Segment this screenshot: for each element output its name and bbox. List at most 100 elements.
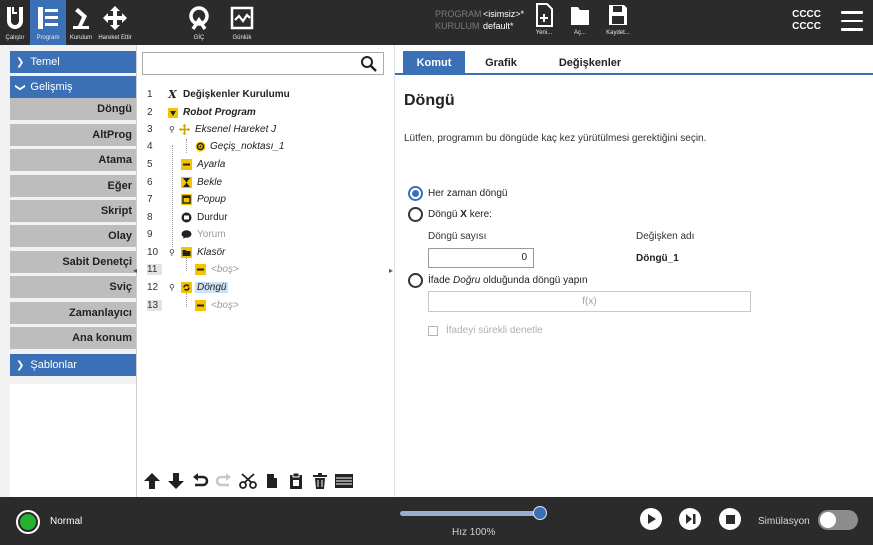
cut-icon[interactable]: [237, 470, 259, 492]
tree-row[interactable]: 8 Durdur: [137, 209, 389, 226]
empty-node-icon: [195, 300, 206, 311]
tree-row[interactable]: 11 <boş>: [137, 261, 389, 278]
speed-slider-handle[interactable]: [533, 506, 547, 520]
loop-icon: [181, 282, 192, 293]
bottom-bar: Normal Hız 100% Simülasyon: [0, 497, 873, 545]
tree-row[interactable]: 7 Popup: [137, 191, 389, 208]
tab-variables[interactable]: Değişkenler: [545, 51, 635, 75]
tree-row-label: Eksenel Hareket J: [195, 124, 277, 135]
play-icon: [648, 514, 656, 524]
nav-program-label: Program: [36, 35, 60, 41]
simulation-label: Simülasyon: [758, 516, 810, 527]
radio-loop-while-expression-label: İfade Doğru olduğunda döngü yapın: [428, 275, 588, 286]
sidebar-item-loop[interactable]: Döngü: [10, 98, 136, 122]
chevron-right-icon: ❯: [16, 56, 25, 68]
label-part: kere:: [466, 209, 492, 220]
nav-run[interactable]: Çalıştır: [0, 0, 30, 45]
continuous-check-checkbox[interactable]: [428, 326, 438, 336]
folder-icon: [181, 247, 192, 258]
sidebar-item-assignment[interactable]: Atama: [10, 149, 136, 173]
label-part: Doğru: [453, 275, 481, 286]
folder-open-triangle-icon: [167, 107, 178, 118]
section-advanced[interactable]: ❯ Gelişmiş: [10, 76, 136, 98]
step-button[interactable]: [679, 508, 701, 530]
tab-command[interactable]: Komut: [403, 51, 465, 75]
suppress-icon[interactable]: [333, 470, 355, 492]
sidebar-item-script[interactable]: Skript: [10, 200, 136, 224]
open-button[interactable]: Aç...: [562, 2, 598, 42]
chevron-down-icon: ❯: [14, 82, 26, 92]
hamburger-menu-icon[interactable]: [841, 11, 863, 31]
comment-icon: [181, 229, 192, 240]
nav-log[interactable]: Günlük: [226, 0, 258, 45]
nav-io[interactable]: GİÇ: [184, 0, 214, 45]
program-tree-icon: [36, 3, 60, 33]
section-templates[interactable]: ❯ Şablonlar: [10, 354, 136, 376]
redo-icon[interactable]: [213, 470, 235, 492]
program-tree-panel: 1 X Değişkenler Kurulumu 2 Robot Program…: [137, 45, 389, 497]
radio-always-loop-label: Her zaman döngü: [428, 188, 508, 199]
new-button[interactable]: Yeni...: [526, 2, 562, 42]
simulation-toggle[interactable]: [818, 510, 858, 530]
tree-row-label: Döngü: [195, 282, 229, 293]
sidebar-item-event[interactable]: Olay: [10, 225, 136, 249]
tree-row[interactable]: 6 Bekle: [137, 174, 389, 191]
sidebar-item-timer[interactable]: Zamanlayıcı: [10, 302, 136, 326]
tree-line-number: 4: [147, 141, 153, 152]
sidebar-item-if[interactable]: Eğer: [10, 175, 136, 199]
sidebar-item-switch[interactable]: Sviç: [10, 276, 136, 300]
search-icon[interactable]: [360, 55, 377, 72]
empty-node-icon: [195, 264, 206, 275]
tree-line-number: 13: [147, 300, 162, 311]
tab-graphics[interactable]: Grafik: [473, 51, 529, 75]
delete-icon[interactable]: [309, 470, 331, 492]
radio-loop-x-times[interactable]: [408, 207, 423, 222]
stop-button[interactable]: [719, 508, 741, 530]
tree-row[interactable]: 5 Ayarla: [137, 156, 389, 173]
folder-icon: [571, 7, 589, 25]
pin-icon: ⚲: [169, 283, 175, 292]
radio-always-loop[interactable]: [408, 186, 423, 201]
tree-row-selected[interactable]: 12 ⚲ Döngü: [137, 279, 389, 296]
move-down-icon[interactable]: [165, 470, 187, 492]
tree-line-number: 11: [147, 264, 162, 275]
sidebar-item-subprogram[interactable]: AltProg: [10, 124, 136, 148]
tree-row-label: Klasör: [197, 247, 226, 258]
power-status-icon[interactable]: [16, 510, 40, 534]
nav-io-label: GİÇ: [193, 35, 205, 41]
loop-count-input[interactable]: 0: [428, 248, 534, 268]
tree-line-number: 12: [147, 282, 159, 293]
move-joint-icon: [179, 124, 190, 135]
tree-row[interactable]: 3 ⚲ Eksenel Hareket J: [137, 121, 389, 138]
expression-input[interactable]: f(x): [428, 291, 751, 312]
waypoint-icon: [195, 141, 206, 152]
tree-row[interactable]: 9 Yorum: [137, 226, 389, 243]
tree-row[interactable]: 4 Geçiş_noktası_1: [137, 138, 389, 155]
move-up-icon[interactable]: [141, 470, 163, 492]
log-chart-icon: [230, 3, 254, 33]
section-basic[interactable]: ❯ Temel: [10, 51, 136, 73]
nav-program[interactable]: Program: [30, 0, 66, 45]
radio-loop-while-expression[interactable]: [408, 273, 423, 288]
tree-row-label: Geçiş_noktası_1: [210, 141, 285, 152]
tree-row[interactable]: 10 ⚲ Klasör: [137, 244, 389, 261]
sidebar-empty-area: [10, 384, 136, 497]
copy-icon[interactable]: [261, 470, 283, 492]
tree-row[interactable]: 2 Robot Program: [137, 104, 389, 121]
search-input[interactable]: [142, 52, 384, 75]
program-name: <isimsiz>*: [483, 9, 525, 19]
speed-label: Hız 100%: [452, 527, 496, 538]
nav-move[interactable]: Hareket Ettir: [96, 0, 134, 45]
undo-icon[interactable]: [189, 470, 211, 492]
popup-icon: [181, 194, 192, 205]
tree-row[interactable]: 13 <boş>: [137, 297, 389, 314]
speed-slider-track[interactable]: [400, 511, 540, 516]
play-button[interactable]: [640, 508, 662, 530]
save-button[interactable]: Kaydet...: [600, 2, 636, 42]
sidebar-item-home[interactable]: Ana konum: [10, 327, 136, 351]
tree-row[interactable]: 1 X Değişkenler Kurulumu: [137, 86, 389, 103]
sidebar-item-thread[interactable]: Sabit Denetçi: [10, 251, 136, 275]
paste-icon[interactable]: [285, 470, 307, 492]
label-part: İfade: [428, 275, 454, 286]
nav-installation[interactable]: Kurulum: [66, 0, 96, 45]
